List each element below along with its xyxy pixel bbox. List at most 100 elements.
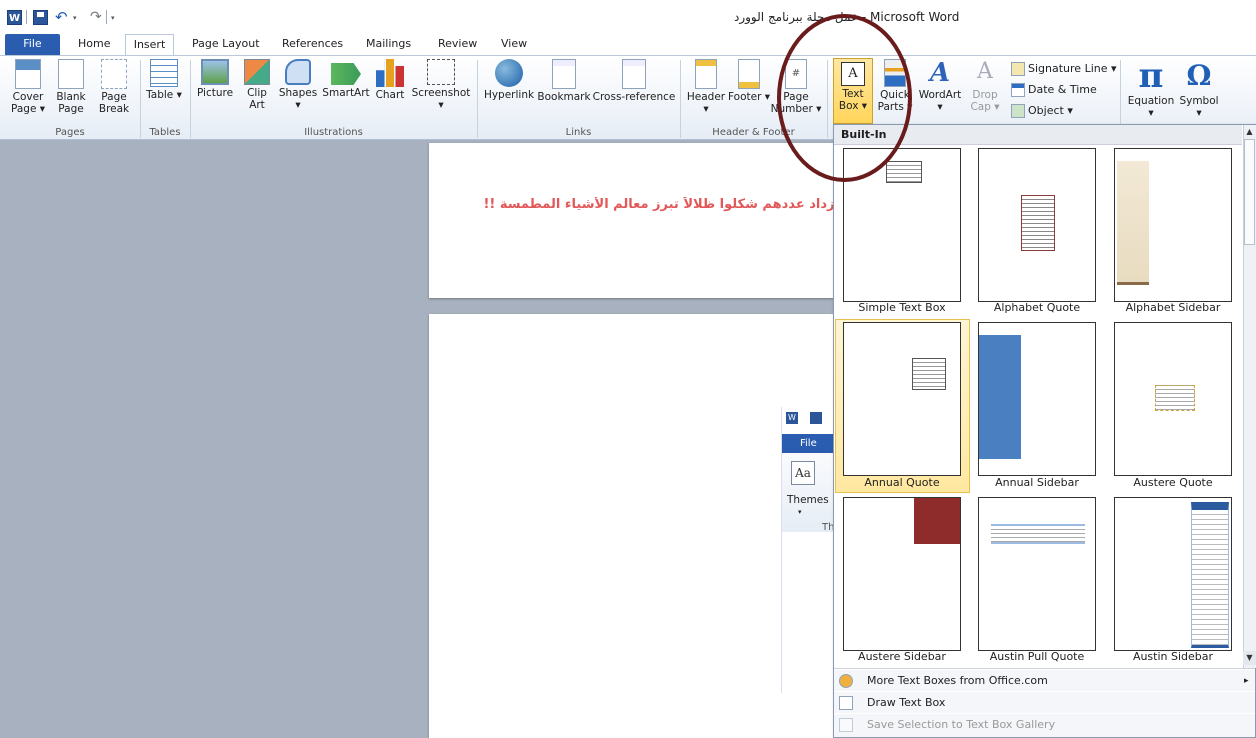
gallery-tile-austere-quote[interactable] [1114,322,1232,476]
tile-label: Annual Sidebar [995,476,1079,489]
tile-label: Austere Sidebar [858,650,946,663]
clip-art-icon [244,59,270,85]
undo-dropdown-icon[interactable]: ▾ [73,14,77,22]
page-break-button[interactable]: Page Break [94,59,134,115]
drop-cap-button[interactable]: A Drop Cap ▾ [966,59,1004,113]
thumb-preview [886,161,922,183]
header-icon [695,59,717,89]
shapes-icon [285,59,311,85]
wordart-button[interactable]: A WordArt ▾ [915,59,965,113]
annotation-circle [777,14,912,182]
gallery-tile-annual-quote[interactable] [843,322,961,476]
group-label-tables: Tables [149,127,181,138]
undo-icon[interactable]: ↶ [55,10,70,25]
themes-icon: Aa [791,461,815,485]
document-text[interactable]: يزداد عددهم شكلوا ظلالاً تبرز معالم الأش… [430,197,840,212]
gallery-tile-austere-sidebar[interactable] [843,497,961,651]
tile-label: Austin Sidebar [1132,650,1214,663]
gallery-tile-austin-pull-quote[interactable] [978,497,1096,651]
thumb-preview [1155,385,1195,411]
tab-view[interactable]: View [497,34,531,56]
tile-label: Simple Text Box [858,301,946,314]
cover-page-button[interactable]: Cover Page ▾ [8,59,48,115]
thumb-preview [912,358,946,390]
blank-page-button[interactable]: Blank Page [52,59,90,115]
shapes-button[interactable]: Shapes ▾ [277,59,319,111]
hyperlink-button[interactable]: Hyperlink [481,59,537,101]
draw-text-box-icon [839,696,853,710]
title-bar: W ↶ ▾ ↷ ▾ عمل مجلة ببرنامج الوورد - Micr… [0,0,1256,34]
tab-home[interactable]: Home [74,34,114,56]
thumb-preview [991,524,1085,544]
office-online-icon [839,674,853,688]
header-button[interactable]: Header ▾ [684,59,728,115]
gallery-tile-austin-sidebar[interactable] [1114,497,1232,651]
scroll-up-icon[interactable]: ▲ [1243,125,1256,139]
chart-icon [376,59,404,87]
tab-page-layout[interactable]: Page Layout [188,34,264,56]
group-label-links: Links [565,127,592,138]
text-box-gallery: Built-In Simple Text Box Alphabet Quote … [833,124,1256,738]
scroll-down-icon[interactable]: ▼ [1243,651,1256,665]
thumb-preview [1021,195,1055,251]
equation-button[interactable]: π Equation ▾ [1125,59,1177,119]
tile-label: Alphabet Quote [993,301,1081,314]
thumb-preview [979,335,1021,459]
word-logo-icon[interactable]: W [7,10,22,25]
date-time-button[interactable]: Date & Time [1011,83,1097,97]
chevron-down-icon: ▾ [798,508,802,516]
smartart-button[interactable]: SmartArt [320,59,372,99]
tab-insert[interactable]: Insert [125,34,174,57]
customize-qat-icon[interactable]: ▾ [111,14,115,22]
object-button[interactable]: Object ▾ [1011,104,1073,118]
thumb-preview [1191,502,1229,648]
tile-label: Annual Quote [864,476,940,489]
save-selection-icon [839,718,853,732]
picture-button[interactable]: Picture [194,59,236,99]
wordart-icon: A [929,58,951,88]
clip-art-button[interactable]: Clip Art [240,59,274,111]
document-page[interactable] [429,143,849,298]
qat-separator [106,10,107,24]
scrollbar-thumb[interactable] [1244,139,1255,245]
footer-button[interactable]: Footer ▾ [728,59,770,103]
cross-reference-button[interactable]: Cross-reference [592,59,676,103]
tile-label: Alphabet Sidebar [1125,301,1221,314]
tab-file[interactable]: File [5,34,60,55]
save-selection-menu-item: Save Selection to Text Box Gallery [834,713,1255,735]
submenu-arrow-icon: ▸ [1244,676,1249,686]
cross-reference-icon [622,59,646,89]
gallery-tile-annual-sidebar[interactable] [978,322,1096,476]
tab-review[interactable]: Review [434,34,481,56]
table-button[interactable]: Table ▾ [144,59,184,101]
draw-text-box-menu-item[interactable]: Draw Text Box [834,691,1255,713]
page-break-icon [101,59,127,89]
screenshot-icon [427,59,455,85]
screenshot-button[interactable]: Screenshot ▾ [410,59,472,111]
tile-label: Austere Quote [1133,476,1213,489]
tab-mailings[interactable]: Mailings [362,34,415,56]
gallery-tile-alphabet-quote[interactable] [978,148,1096,302]
more-text-boxes-menu-item[interactable]: More Text Boxes from Office.com ▸ [834,669,1255,691]
tab-references[interactable]: References [278,34,347,56]
thumb-preview [1117,161,1149,285]
ribbon-tabs: File Home Insert Page Layout References … [0,34,1256,57]
gallery-tile-alphabet-sidebar[interactable] [1114,148,1232,302]
redo-icon[interactable]: ↷ [90,10,105,25]
calendar-icon [1011,83,1025,97]
save-icon [810,412,822,424]
object-icon [1011,104,1025,118]
pi-icon: π [1138,56,1164,96]
bookmark-button[interactable]: Bookmark [536,59,592,103]
picture-icon [201,59,229,85]
drop-cap-icon: A [977,59,993,84]
save-icon[interactable] [33,10,48,25]
symbol-button[interactable]: Ω Symbol ▾ [1177,59,1221,119]
signature-icon [1011,62,1025,76]
hyperlink-icon [495,59,523,87]
footer-icon [738,59,760,89]
tile-label: Austin Pull Quote [989,650,1085,663]
signature-line-button[interactable]: Signature Line ▾ [1011,62,1117,76]
group-label-pages: Pages [55,127,85,138]
chart-button[interactable]: Chart [373,59,407,101]
